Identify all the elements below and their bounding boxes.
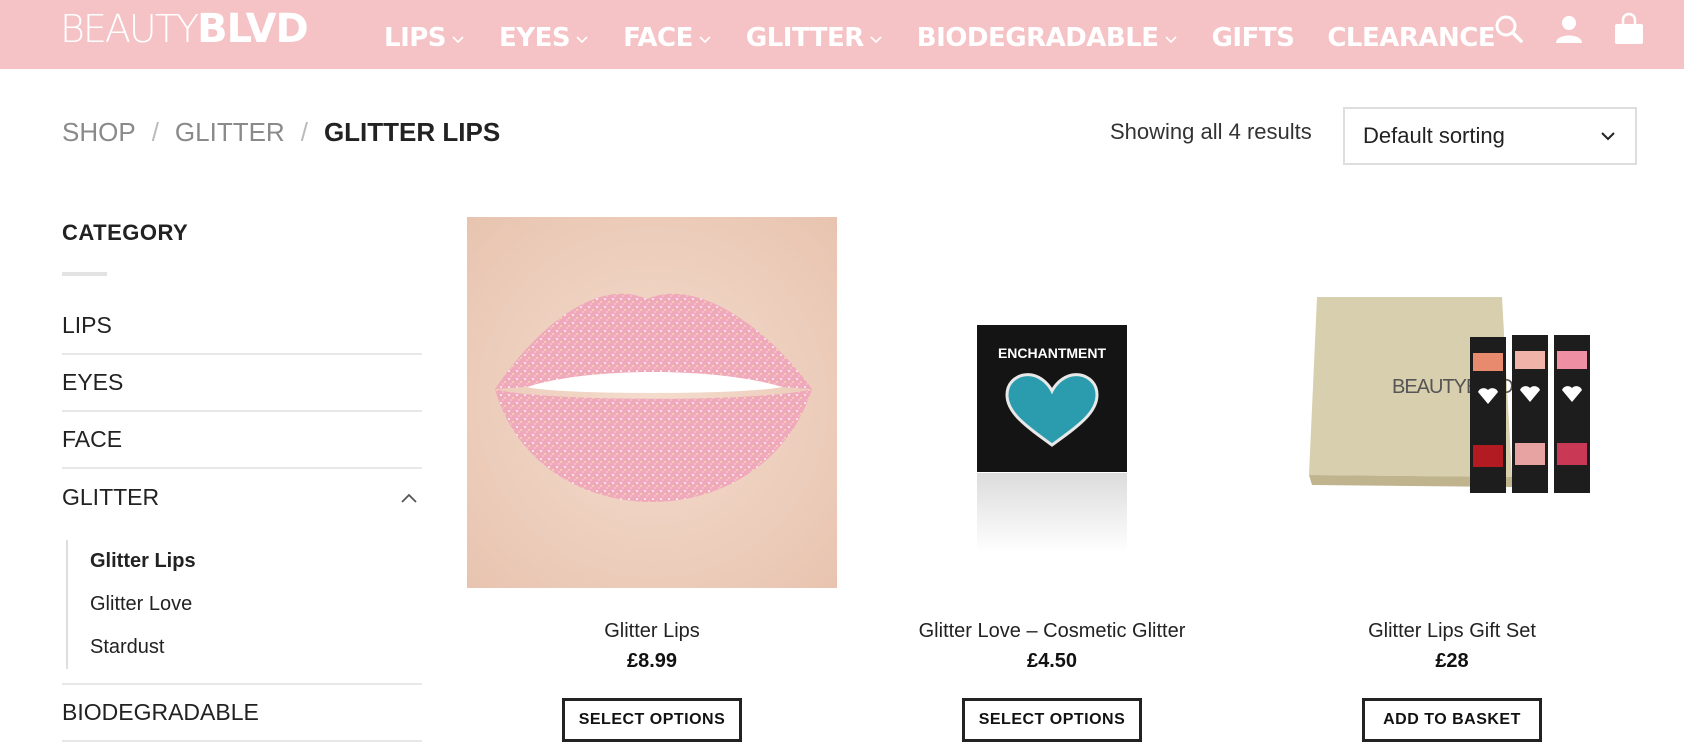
category-row-glitter[interactable]: GLITTER bbox=[62, 469, 422, 526]
nav-label: GIFTS bbox=[1211, 23, 1295, 53]
subcategory-item-glitter-love[interactable]: Glitter Love bbox=[90, 583, 422, 626]
account-icon[interactable] bbox=[1552, 12, 1586, 46]
breadcrumb-separator: / bbox=[300, 117, 308, 147]
logo-text-bold: BLVD bbox=[197, 6, 309, 52]
sidebar-title: CATEGORY bbox=[62, 220, 189, 245]
category-label: EYES bbox=[62, 369, 124, 395]
category-sidebar: CATEGORY LIPS EYES FACE GLITTER Glitter … bbox=[62, 220, 422, 742]
breadcrumb-link-shop[interactable]: SHOP bbox=[62, 117, 136, 148]
gift-set-tube bbox=[1470, 337, 1506, 493]
product-price: £8.99 bbox=[626, 650, 678, 672]
category-label: LIPS bbox=[62, 312, 112, 338]
category-item-biodegradable[interactable]: BIODEGRADABLE bbox=[62, 685, 422, 742]
category-item-eyes[interactable]: EYES bbox=[62, 355, 422, 412]
product-card: Glitter Lips £8.99 SELECT OPTIONS bbox=[467, 217, 837, 742]
basket-icon[interactable] bbox=[1612, 12, 1646, 46]
sidebar-title-divider bbox=[62, 272, 107, 276]
category-label: FACE bbox=[62, 426, 123, 452]
nav-item-gifts[interactable]: GIFTS bbox=[1212, 23, 1295, 53]
gift-set-tube bbox=[1512, 335, 1548, 493]
nav-label: EYES bbox=[499, 23, 571, 53]
product-name[interactable]: Glitter Love – Cosmetic Glitter bbox=[867, 620, 1237, 646]
add-to-basket-button[interactable]: ADD TO BASKET bbox=[1362, 698, 1542, 742]
sort-select[interactable]: Default sorting bbox=[1343, 107, 1637, 165]
nav-item-lips[interactable]: LIPS bbox=[384, 23, 466, 53]
site-logo[interactable]: BEAUTYBLVD bbox=[60, 6, 309, 52]
subcategory-list: Glitter Lips Glitter Love Stardust bbox=[66, 540, 422, 669]
gift-set-tube bbox=[1554, 335, 1590, 493]
results-count: Showing all 4 results bbox=[1110, 119, 1312, 144]
chevron-down-icon bbox=[452, 36, 464, 44]
category-label: BIODEGRADABLE bbox=[62, 699, 259, 725]
chevron-down-icon bbox=[1601, 132, 1615, 141]
product-image-label: ENCHANTMENT bbox=[998, 345, 1107, 361]
product-image-glitter-lips[interactable] bbox=[467, 217, 837, 588]
product-name[interactable]: Glitter Lips bbox=[467, 620, 837, 646]
logo-text-thin: BEAUTY bbox=[60, 7, 199, 51]
chevron-down-icon bbox=[576, 36, 588, 44]
glitter-love-image: ENCHANTMENT bbox=[867, 217, 1237, 588]
select-options-button[interactable]: SELECT OPTIONS bbox=[962, 698, 1142, 742]
nav-item-face[interactable]: FACE bbox=[623, 23, 713, 53]
product-price: £4.50 bbox=[1026, 650, 1078, 672]
category-item-face[interactable]: FACE bbox=[62, 412, 422, 469]
breadcrumb-link-glitter[interactable]: GLITTER bbox=[175, 117, 285, 148]
chevron-down-icon bbox=[1165, 36, 1177, 44]
nav-item-eyes[interactable]: EYES bbox=[499, 23, 590, 53]
category-label: GLITTER bbox=[62, 484, 160, 510]
nav-label: BIODEGRADABLE bbox=[916, 23, 1159, 53]
subcategory-item-glitter-lips[interactable]: Glitter Lips bbox=[90, 540, 422, 583]
select-options-button[interactable]: SELECT OPTIONS bbox=[562, 698, 742, 742]
search-icon[interactable] bbox=[1492, 12, 1526, 46]
product-price: £28 bbox=[1435, 650, 1469, 672]
breadcrumb: SHOP / GLITTER / GLITTER LIPS bbox=[62, 117, 500, 148]
nav-item-biodegradable[interactable]: BIODEGRADABLE bbox=[917, 23, 1179, 53]
gift-set-image: BEAUTYBLVD bbox=[1267, 217, 1637, 588]
nav-item-glitter[interactable]: GLITTER bbox=[746, 23, 884, 53]
sort-selected-value: Default sorting bbox=[1363, 123, 1505, 148]
category-item-lips[interactable]: LIPS bbox=[62, 298, 422, 355]
glitter-lips-image bbox=[467, 217, 837, 588]
breadcrumb-current: GLITTER LIPS bbox=[323, 117, 501, 147]
nav-label: LIPS bbox=[384, 23, 447, 53]
main-nav: LIPS EYES FACE GLITTER BIODEGRADABLE GIF… bbox=[384, 18, 1528, 58]
product-image-gift-set[interactable]: BEAUTYBLVD bbox=[1267, 217, 1637, 588]
product-image-glitter-love[interactable]: ENCHANTMENT bbox=[867, 217, 1237, 588]
site-header: BEAUTYBLVD LIPS EYES FACE GLITTER BIODEG… bbox=[0, 0, 1684, 69]
chevron-down-icon bbox=[699, 36, 711, 44]
subcategory-item-stardust[interactable]: Stardust bbox=[90, 626, 422, 669]
chevron-up-icon[interactable] bbox=[398, 487, 420, 509]
nav-label: GLITTER bbox=[745, 23, 864, 53]
breadcrumb-separator: / bbox=[151, 117, 159, 147]
product-name[interactable]: Glitter Lips Gift Set bbox=[1267, 620, 1637, 646]
product-card: ENCHANTMENT Glitter Love – Cosmetic Glit… bbox=[867, 217, 1237, 742]
header-icons bbox=[1466, 12, 1646, 46]
nav-label: FACE bbox=[623, 23, 693, 53]
chevron-down-icon bbox=[870, 36, 882, 44]
product-card: BEAUTYBLVD Glitter Lips Gift Set £28 ADD… bbox=[1267, 217, 1637, 742]
category-item-glitter: GLITTER Glitter Lips Glitter Love Stardu… bbox=[62, 469, 422, 685]
